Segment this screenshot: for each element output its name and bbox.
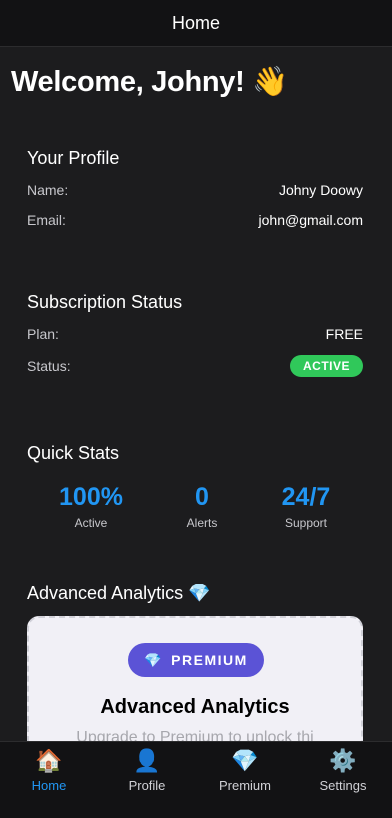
tab-label: Profile [128,778,166,793]
subscription-card: Subscription Status Plan: FREE Status: A… [15,275,377,395]
nav-title: Home [171,12,220,33]
stat-label: Alerts [186,516,218,530]
premium-locked-card[interactable]: 💎 PREMIUM Advanced Analytics Upgrade to … [27,616,363,741]
name-value: Johny Doowy [278,182,363,198]
stat-value: 100% [59,483,123,511]
plan-value: FREE [325,326,363,342]
tab-label: Settings [319,778,367,793]
profile-name-row: Name: Johny Doowy [27,182,363,198]
subscription-title: Subscription Status [27,292,183,312]
premium-card-description: Upgrade to Premium to unlock thi [76,729,314,741]
tab-home[interactable]: 🏠 Home [0,742,98,818]
premium-badge-label: PREMIUM [171,652,248,668]
premium-badge[interactable]: 💎 PREMIUM [128,643,264,677]
stat-support: 24/7 Support [251,483,361,530]
name-label: Name: [27,182,69,198]
gem-icon: 💎 [231,748,259,773]
bottom-tab-bar: 🏠 Home 👤 Profile 💎 Premium ⚙️ Settings [0,741,392,818]
gem-icon: 💎 [144,651,164,668]
profile-email-row: Email: john@gmail.com [27,212,363,228]
plan-label: Plan: [27,326,59,342]
welcome-heading: Welcome, Johny! 👋 [11,66,289,98]
tab-premium[interactable]: 💎 Premium [196,742,294,818]
nav-bar: Home [0,0,392,47]
advanced-analytics-title: Advanced Analytics 💎 [27,583,211,603]
premium-card-title: Advanced Analytics [100,696,290,718]
profile-icon: 👤 [133,748,161,773]
email-value: john@gmail.com [258,212,363,228]
stat-value: 0 [195,483,209,511]
stat-label: Active [74,516,108,530]
tab-label: Premium [218,778,271,793]
tab-label: Home [31,778,67,793]
stat-value: 24/7 [281,483,331,511]
home-icon: 🏠 [35,748,63,773]
home-scroll-view[interactable]: Welcome, Johny! 👋 Your Profile Name: Joh… [0,47,392,741]
status-row: Status: ACTIVE [27,355,363,377]
stat-alerts: 0 Alerts [147,483,257,530]
stat-active: 100% Active [36,483,146,530]
quick-stats-card: Quick Stats 100% Active 0 Alerts 24/7 Su… [15,419,377,543]
quick-stats-title: Quick Stats [27,443,120,463]
email-label: Email: [27,212,66,228]
tab-settings[interactable]: ⚙️ Settings [294,742,392,818]
status-badge: ACTIVE [289,355,363,377]
status-label: Status: [27,358,71,374]
gear-icon: ⚙️ [329,748,357,773]
profile-card: Your Profile Name: Johny Doowy Email: jo… [15,131,377,251]
plan-row: Plan: FREE [27,326,363,342]
profile-title: Your Profile [27,148,120,168]
tab-profile[interactable]: 👤 Profile [98,742,196,818]
stat-label: Support [284,516,328,530]
